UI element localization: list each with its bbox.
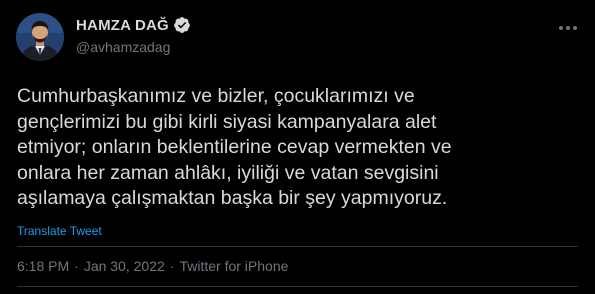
user-info: HAMZA DAĞ @avhamzadag xyxy=(76,15,191,55)
translate-tweet-link[interactable]: Translate Tweet xyxy=(17,224,102,238)
user-handle[interactable]: @avhamzadag xyxy=(76,39,191,55)
tweet-text: Cumhurbaşkanımız ve bizler, çocuklarımız… xyxy=(17,84,577,212)
tweet-text-line: Cumhurbaşkanımız ve bizler, çocuklarımız… xyxy=(17,85,415,107)
avatar[interactable] xyxy=(16,13,64,61)
more-options-icon[interactable] xyxy=(559,20,577,36)
tweet-text-line: gençlerimizi bu gibi kirli siyasi kampan… xyxy=(17,110,437,133)
divider xyxy=(17,246,578,247)
tweet-text-line: etmiyor; onların beklentilerine cevap ve… xyxy=(17,136,452,158)
tweet-source[interactable]: Twitter for iPhone xyxy=(179,258,288,274)
display-name[interactable]: HAMZA DAĞ xyxy=(76,17,169,34)
tweet-text-line: onlara her zaman ahlâkı, iyiliği ve vata… xyxy=(17,161,439,184)
verified-badge-icon xyxy=(173,16,191,34)
tweet-time[interactable]: 6:18 PM xyxy=(17,258,69,274)
tweet-text-line: aşılamaya çalışmaktan başka bir şey yapm… xyxy=(17,187,448,209)
tweet-metadata: 6:18 PM · Jan 30, 2022 · Twitter for iPh… xyxy=(17,258,288,274)
tweet-date[interactable]: Jan 30, 2022 xyxy=(84,258,165,274)
tweet-card: HAMZA DAĞ @avhamzadag Cumhurbaşkanımız v… xyxy=(0,0,595,294)
divider xyxy=(17,286,578,287)
separator: · xyxy=(169,258,175,274)
name-row: HAMZA DAĞ xyxy=(76,15,191,35)
separator: · xyxy=(74,258,79,274)
